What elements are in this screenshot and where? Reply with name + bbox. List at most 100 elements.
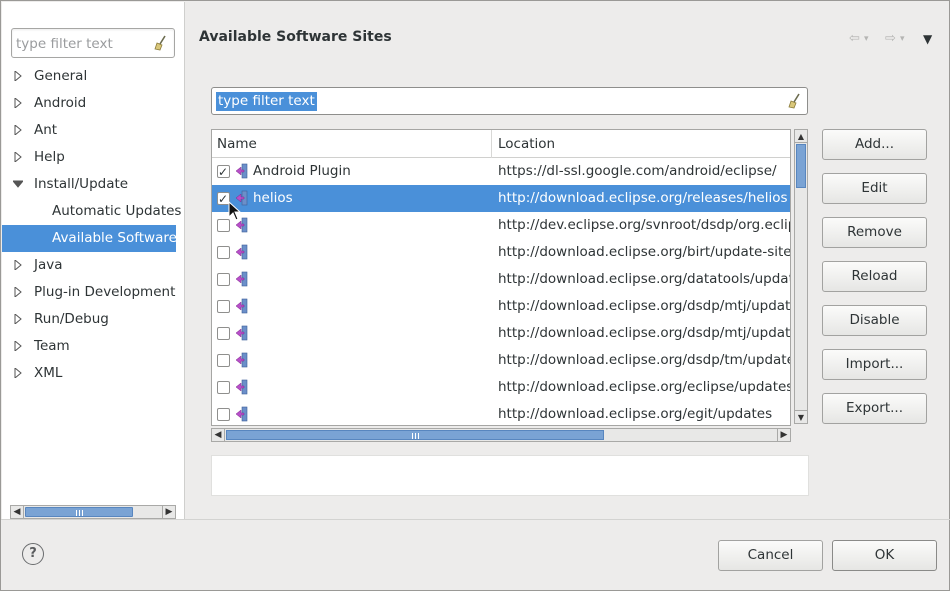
site-location: http://download.eclipse.org/birt/update-… <box>498 244 791 260</box>
table-vertical-scrollbar[interactable]: ▲ ▼ <box>794 129 808 424</box>
remove-button[interactable]: Remove <box>822 217 927 248</box>
collapsed-arrow-icon[interactable] <box>13 71 23 81</box>
scroll-right-icon[interactable]: ▶ <box>777 429 790 441</box>
enable-site-checkbox[interactable] <box>217 408 230 421</box>
disable-button[interactable]: Disable <box>822 305 927 336</box>
column-header-name[interactable]: Name <box>217 130 257 158</box>
nav-item[interactable]: Team <box>2 333 185 360</box>
import-button[interactable]: Import... <box>822 349 927 380</box>
enable-site-checkbox[interactable] <box>217 354 230 367</box>
clear-filter-icon[interactable] <box>787 93 803 109</box>
page-title: Available Software Sites <box>199 29 392 45</box>
site-location: http://dev.eclipse.org/svnroot/dsdp/org.… <box>498 217 791 233</box>
enable-site-checkbox[interactable] <box>217 273 230 286</box>
table-row[interactable]: http://download.eclipse.org/birt/update-… <box>212 239 791 266</box>
table-body: Android Plugin https://dl-ssl.google.com/… <box>212 158 791 425</box>
update-site-icon <box>235 379 248 395</box>
nav-item[interactable]: XML <box>2 360 185 387</box>
collapsed-arrow-icon[interactable] <box>13 314 23 324</box>
collapsed-arrow-icon[interactable] <box>13 368 23 378</box>
scroll-right-icon[interactable]: ▶ <box>162 506 175 518</box>
nav-item[interactable]: General <box>2 63 185 90</box>
site-location: http://download.eclipse.org/datatools/up… <box>498 271 791 287</box>
enable-site-checkbox[interactable] <box>217 381 230 394</box>
table-row[interactable]: http://download.eclipse.org/egit/updates <box>212 401 790 425</box>
nav-filter-field[interactable] <box>11 28 175 58</box>
preferences-dialog: General Android Ant Help Install/Update Autom… <box>0 0 950 591</box>
sites-filter-field[interactable]: type filter text <box>211 87 808 115</box>
scroll-up-icon[interactable]: ▲ <box>795 130 807 143</box>
nav-item[interactable]: Install/Update <box>2 171 185 198</box>
collapsed-arrow-icon[interactable] <box>13 98 23 108</box>
update-site-icon <box>235 244 248 260</box>
page-nav-controls: ⇦ ▾ ⇨ ▾ ▼ <box>847 31 941 49</box>
nav-item[interactable]: Available Software <box>2 225 177 252</box>
scrollbar-thumb[interactable] <box>226 430 604 440</box>
help-icon[interactable]: ? <box>22 543 44 565</box>
site-name: Android Plugin <box>253 163 351 179</box>
expanded-arrow-icon[interactable] <box>13 179 23 189</box>
nav-item[interactable]: Android <box>2 90 185 117</box>
collapsed-arrow-icon[interactable] <box>13 287 23 297</box>
export-button[interactable]: Export... <box>822 393 927 424</box>
table-row[interactable]: http://download.eclipse.org/dsdp/mtj/upd… <box>212 320 790 347</box>
back-arrow-icon[interactable]: ⇦ <box>849 31 860 46</box>
nav-item-label: Help <box>34 149 65 165</box>
reload-button[interactable]: Reload <box>822 261 927 292</box>
table-row[interactable]: http://download.eclipse.org/dsdp/mtj/upd… <box>212 293 790 320</box>
edit-button[interactable]: Edit <box>822 173 927 204</box>
nav-item[interactable]: Ant <box>2 117 185 144</box>
table-row[interactable]: http://download.eclipse.org/eclipse/upda… <box>212 374 791 401</box>
update-site-icon <box>235 406 248 422</box>
column-header-location[interactable]: Location <box>491 130 790 158</box>
update-site-icon <box>235 352 248 368</box>
collapsed-arrow-icon[interactable] <box>13 260 23 270</box>
nav-tree: General Android Ant Help Install/Update Autom… <box>2 63 185 387</box>
nav-item[interactable]: Plug-in Development <box>2 279 185 306</box>
scroll-down-icon[interactable]: ▼ <box>795 410 807 423</box>
clear-filter-icon[interactable] <box>153 35 169 51</box>
column-header-location-label: Location <box>498 136 556 152</box>
sites-filter-input[interactable]: type filter text <box>216 92 317 111</box>
cancel-button[interactable]: Cancel <box>718 540 823 571</box>
nav-filter-input[interactable] <box>16 34 146 54</box>
forward-arrow-icon[interactable]: ⇨ <box>885 31 896 46</box>
collapsed-arrow-icon[interactable] <box>13 125 23 135</box>
enable-site-checkbox[interactable] <box>217 159 230 186</box>
mouse-pointer-icon <box>228 201 242 221</box>
table-row[interactable]: http://dev.eclipse.org/svnroot/dsdp/org.… <box>212 212 791 239</box>
forward-dropdown-icon[interactable]: ▾ <box>900 34 905 44</box>
site-name: helios <box>253 190 293 206</box>
back-dropdown-icon[interactable]: ▾ <box>864 34 869 44</box>
site-location: http://download.eclipse.org/eclipse/upda… <box>498 379 791 395</box>
enable-site-checkbox[interactable] <box>217 300 230 313</box>
collapsed-arrow-icon[interactable] <box>13 152 23 162</box>
update-site-icon <box>235 271 248 287</box>
nav-item[interactable]: Java <box>2 252 185 279</box>
collapsed-arrow-icon[interactable] <box>13 341 23 351</box>
table-row[interactable]: helios http://download.eclipse.org/releas… <box>212 185 790 213</box>
site-details-area <box>211 455 809 496</box>
sites-table: Name Location Android Plugin https://dl-s… <box>211 129 791 426</box>
ok-button[interactable]: OK <box>832 540 937 571</box>
nav-item[interactable]: Run/Debug <box>2 306 185 333</box>
nav-horizontal-scrollbar[interactable]: ◀ ▶ <box>10 505 176 519</box>
nav-item-label: XML <box>34 365 63 381</box>
scroll-left-icon[interactable]: ◀ <box>212 429 225 441</box>
enable-site-checkbox[interactable] <box>217 327 230 340</box>
table-row[interactable]: http://download.eclipse.org/dsdp/tm/upda… <box>212 347 790 374</box>
nav-item[interactable]: Help <box>2 144 185 171</box>
table-horizontal-scrollbar[interactable]: ◀ ▶ <box>211 428 791 442</box>
enable-site-checkbox[interactable] <box>217 246 230 259</box>
nav-item[interactable]: Automatic Updates <box>2 198 185 225</box>
footer-divider <box>1 519 950 520</box>
add-button[interactable]: Add... <box>822 129 927 160</box>
scrollbar-thumb[interactable] <box>796 144 806 188</box>
nav-item-label: Run/Debug <box>34 311 109 327</box>
site-location: https://dl-ssl.google.com/android/eclips… <box>498 163 777 179</box>
table-row[interactable]: http://download.eclipse.org/datatools/up… <box>212 266 791 293</box>
view-menu-icon[interactable]: ▼ <box>923 32 932 46</box>
scroll-left-icon[interactable]: ◀ <box>11 506 24 518</box>
scrollbar-thumb[interactable] <box>25 507 133 517</box>
table-row[interactable]: Android Plugin https://dl-ssl.google.com/… <box>212 158 790 186</box>
